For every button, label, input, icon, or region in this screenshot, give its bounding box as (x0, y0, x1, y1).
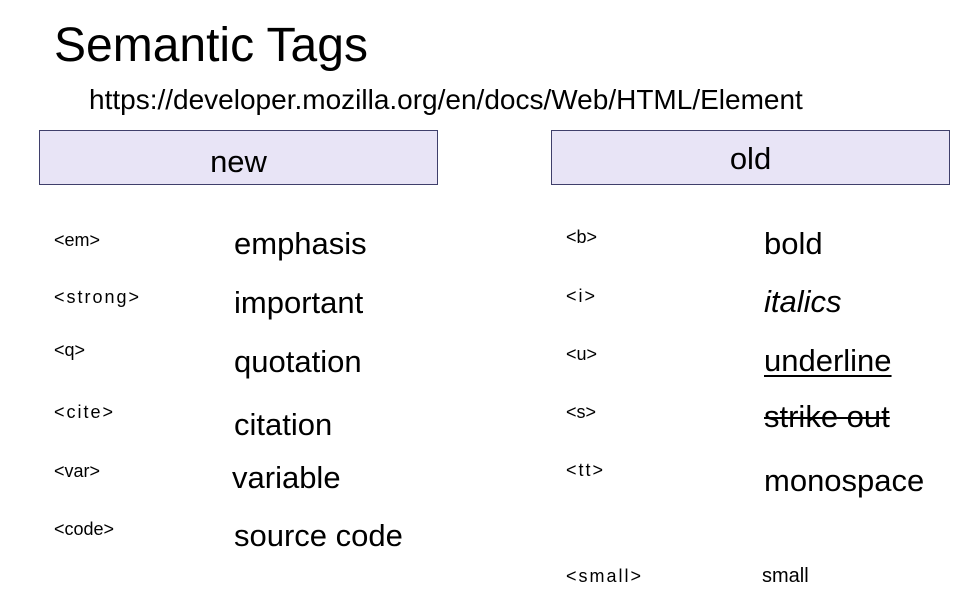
desc-citation: citation (234, 407, 333, 442)
tag-tt: <tt> (566, 460, 606, 480)
desc-source-code: source code (234, 518, 403, 553)
desc-italics: italics (764, 284, 842, 319)
tag-q: <q> (54, 340, 86, 360)
new-column-header: new (39, 130, 438, 185)
tag-b: <b> (566, 227, 598, 247)
tag-var: <var> (54, 461, 101, 481)
desc-underline: underline (764, 343, 892, 378)
tag-small: <small> (566, 566, 644, 586)
old-column-header: old (551, 130, 950, 185)
tag-i: <i> (566, 286, 598, 306)
desc-emphasis: emphasis (234, 226, 367, 261)
desc-variable: variable (232, 460, 341, 495)
desc-monospace: monospace (764, 463, 925, 498)
tag-s: <s> (566, 402, 597, 422)
tag-em: <em> (54, 230, 101, 250)
desc-bold: bold (764, 226, 823, 261)
tag-cite: <cite> (54, 402, 116, 422)
slide-title: Semantic Tags (54, 19, 368, 72)
tag-code: <code> (54, 519, 115, 539)
desc-quotation: quotation (234, 344, 362, 379)
desc-small: small (762, 565, 809, 587)
desc-important: important (234, 285, 364, 320)
tag-strong: <strong> (54, 287, 142, 307)
tag-u: <u> (566, 344, 598, 364)
reference-url: https://developer.mozilla.org/en/docs/We… (89, 84, 803, 115)
desc-strike-out: strike out (764, 399, 890, 434)
